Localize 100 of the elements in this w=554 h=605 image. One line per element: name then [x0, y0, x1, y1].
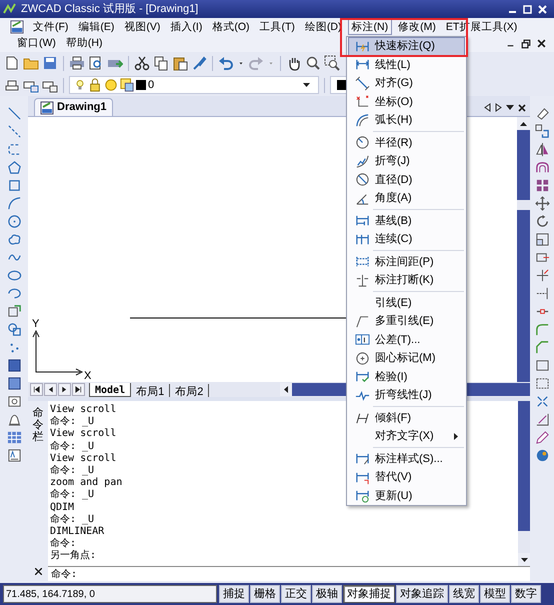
last-page-icon[interactable]: [74, 385, 83, 394]
make-block-icon[interactable]: [6, 322, 22, 337]
menu-item[interactable]: 帮助(H): [62, 36, 106, 52]
previous-icon[interactable]: [46, 385, 55, 394]
menu-item[interactable]: 倾斜(F): [348, 408, 465, 427]
line-icon[interactable]: [6, 106, 22, 121]
dropdown-icon[interactable]: [506, 105, 514, 110]
menu-item[interactable]: 连续(C): [348, 230, 465, 248]
layout-tab[interactable]: Model: [89, 383, 132, 397]
scroll-down-icon[interactable]: [520, 558, 528, 562]
menu-item[interactable]: 窗口(W): [14, 36, 59, 52]
close-icon[interactable]: [518, 104, 526, 112]
arc-icon[interactable]: [6, 196, 22, 211]
offset-icon[interactable]: [534, 160, 550, 175]
text-icon[interactable]: [6, 448, 22, 463]
brush-icon[interactable]: [191, 55, 207, 71]
array-icon[interactable]: [534, 178, 550, 193]
scrollbar-thumb[interactable]: [517, 200, 530, 210]
rectangle-icon[interactable]: [6, 178, 22, 193]
printer-icon[interactable]: [69, 55, 85, 71]
status-toggle[interactable]: 捕捉: [219, 585, 249, 603]
ellipse-arc-icon[interactable]: [6, 286, 22, 301]
menu-item[interactable]: 引线(E): [348, 294, 465, 312]
bell-shape-icon[interactable]: [6, 412, 22, 427]
trim-icon[interactable]: [534, 268, 550, 283]
status-toggle[interactable]: 极轴: [312, 585, 342, 603]
menu-item[interactable]: 对齐文字(X): [348, 427, 465, 446]
corner-icon[interactable]: [534, 412, 550, 427]
insert-block-icon[interactable]: [6, 304, 22, 319]
scrollbar-thumb[interactable]: [518, 531, 530, 553]
mirror-icon[interactable]: [534, 142, 550, 157]
properties-icon[interactable]: [534, 448, 550, 463]
explode-icon[interactable]: [534, 394, 550, 409]
menu-item[interactable]: 折弯线性(J): [348, 386, 465, 404]
menu-item[interactable]: 直径(D): [348, 170, 465, 189]
menu-item[interactable]: 标注打断(K): [348, 271, 465, 290]
copy-object-icon[interactable]: [534, 124, 550, 139]
restore-icon[interactable]: [521, 38, 531, 48]
maximize-icon[interactable]: [523, 4, 532, 14]
status-toggle[interactable]: 线宽: [449, 585, 479, 603]
hatch-icon[interactable]: [6, 358, 22, 373]
move-icon[interactable]: [534, 196, 550, 211]
first-page-icon[interactable]: [32, 385, 41, 394]
circle-icon[interactable]: [6, 214, 22, 229]
menu-item[interactable]: 插入(I): [166, 18, 206, 34]
pentagon-icon[interactable]: [6, 160, 22, 175]
menu-item[interactable]: 半径(R): [348, 134, 465, 152]
menu-item[interactable]: 折弯(J): [348, 152, 465, 170]
close-icon[interactable]: [537, 39, 546, 48]
scroll-left-icon[interactable]: [284, 386, 288, 393]
menu-item[interactable]: 坐标(O): [348, 92, 465, 111]
scale-icon[interactable]: [534, 232, 550, 247]
menu-item[interactable]: 线性(L): [348, 56, 465, 74]
menu-item[interactable]: 标注间距(P): [348, 252, 465, 271]
rectangle-icon[interactable]: [534, 358, 550, 373]
scissors-icon[interactable]: [134, 55, 150, 71]
zoom-window-icon[interactable]: [324, 55, 340, 71]
chamfer-icon[interactable]: [534, 340, 550, 355]
menu-item[interactable]: 对齐(G): [348, 74, 465, 92]
table-icon[interactable]: [6, 430, 22, 445]
document-tab[interactable]: Drawing1: [34, 98, 113, 116]
status-toggle[interactable]: 对象捕捉: [343, 585, 395, 603]
menu-item[interactable]: 快速标注(Q): [348, 37, 465, 56]
new-file-icon[interactable]: [4, 55, 20, 71]
eraser-icon[interactable]: [534, 106, 550, 121]
scroll-up-icon[interactable]: [520, 122, 527, 126]
close-icon[interactable]: [34, 568, 42, 575]
cloud-icon[interactable]: [6, 232, 22, 247]
ellipse-icon[interactable]: [6, 268, 22, 283]
vertical-scrollbar[interactable]: [518, 401, 530, 566]
paste-icon[interactable]: [172, 55, 188, 71]
menu-item[interactable]: 基线(B): [348, 212, 465, 230]
save-icon[interactable]: [42, 55, 58, 71]
undo-icon[interactable]: [218, 55, 234, 71]
dashed-rectangle-icon[interactable]: [534, 376, 550, 391]
menu-item[interactable]: 工具(T): [256, 18, 299, 34]
zoom-icon[interactable]: [305, 55, 321, 71]
menu-item[interactable]: 编辑(E): [74, 18, 118, 34]
menu-item[interactable]: 替代(V): [348, 468, 465, 486]
layer-dropdown[interactable]: 0: [69, 76, 319, 94]
next-icon[interactable]: [60, 385, 69, 394]
status-toggle[interactable]: 数字: [511, 585, 541, 603]
menu-item[interactable]: 角度(A): [348, 189, 465, 208]
status-toggle[interactable]: 正交: [281, 585, 311, 603]
status-toggle[interactable]: 模型: [480, 585, 510, 603]
menu-item[interactable]: 圆心标记(M): [348, 349, 465, 368]
tab-left-icon[interactable]: [484, 103, 491, 112]
status-toggle[interactable]: 对象追踪: [396, 585, 448, 603]
polyline-icon[interactable]: [6, 142, 22, 157]
menu-item[interactable]: 标注样式(S)...: [348, 450, 465, 468]
gradient-icon[interactable]: [6, 376, 22, 391]
region-icon[interactable]: [6, 394, 22, 409]
menu-item[interactable]: 多重引线(E): [348, 312, 465, 330]
tab-right-icon[interactable]: [495, 103, 502, 112]
menu-item[interactable]: 格式(O): [208, 18, 254, 34]
status-toggle[interactable]: 栅格: [250, 585, 280, 603]
menu-item[interactable]: 文件(F): [29, 18, 72, 34]
extend-icon[interactable]: [534, 286, 550, 301]
copy-icon[interactable]: [153, 55, 169, 71]
menu-item[interactable]: 更新(U): [348, 486, 465, 505]
